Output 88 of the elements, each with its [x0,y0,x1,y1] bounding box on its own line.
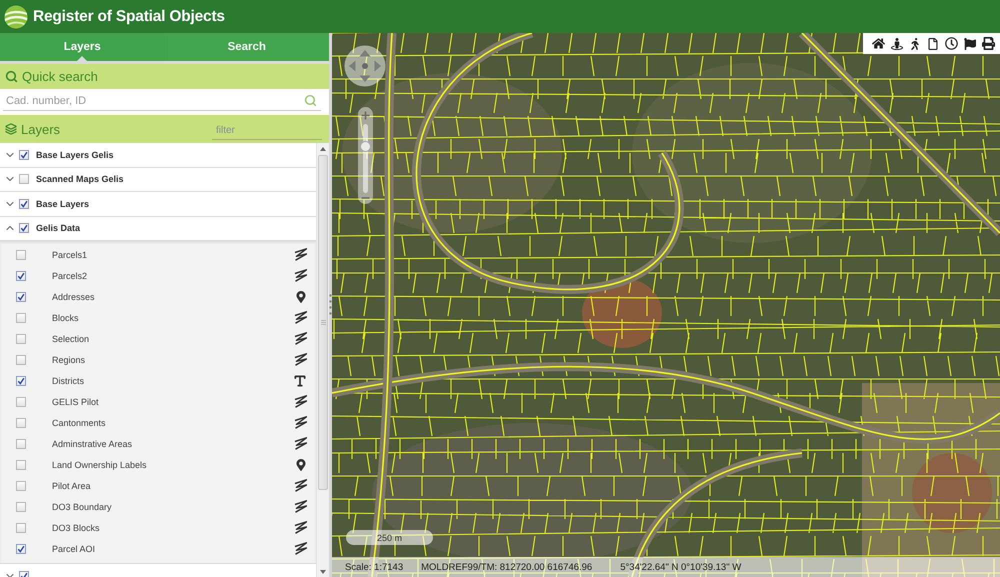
app-title: Register of Spatial Objects [33,8,225,26]
checkbox[interactable] [16,522,26,532]
map-scale-text: Scale: 1:7143 [345,562,404,572]
layers-icon [5,123,17,135]
layer-label: DO3 Blocks [52,522,100,532]
map-pin-icon [295,290,307,302]
checkbox[interactable] [16,396,26,406]
checkbox[interactable] [19,174,29,184]
search-icon [5,70,18,83]
pan-right-arrow-icon[interactable] [374,60,381,72]
pan-down-arrow-icon[interactable] [360,76,370,82]
checkbox[interactable] [16,312,26,322]
polyline-icon [294,437,307,450]
walking-person-icon[interactable] [909,38,921,50]
checkbox[interactable] [19,150,29,160]
map-pin-icon [295,458,307,470]
geographic-coordinates: 5°34'22.64" N 0°10'39.13" W [620,562,742,572]
checkbox[interactable] [19,198,29,209]
layer-label: Parcels2 [52,270,88,280]
layer-label: DO3 Boundary [52,502,112,512]
checkbox[interactable] [16,438,26,448]
checkbox[interactable] [19,223,29,234]
layer-label: Selection [52,334,90,344]
layer-group-label: Base Layers Gelis [36,150,114,160]
polyline-icon [294,395,307,408]
polyline-icon [294,311,307,324]
layer-group-row[interactable]: Scanned Maps Gelis [0,168,316,192]
section-title: Layers [21,122,60,136]
layer-label: Pilot Area [52,480,91,490]
polyline-icon [294,269,307,282]
polyline-icon [294,248,307,261]
checkbox[interactable] [16,502,26,512]
checkbox[interactable] [16,292,26,302]
text-icon [293,374,307,388]
polyline-icon [294,479,307,492]
polyline-icon [294,332,307,345]
layer-group-label: Base Layers [36,198,90,209]
layer-group-label: Gelis Data [36,223,80,234]
clock-icon[interactable] [945,37,958,50]
layer-label: Land Ownership Labels [52,460,147,470]
checkbox[interactable] [16,544,26,554]
pan-control[interactable] [344,45,386,87]
layer-label: Parcel AOI [52,544,96,554]
scrollbar[interactable] [316,143,329,577]
layer-label: Regions [52,354,86,364]
checkbox[interactable] [16,460,26,470]
layer-group-row[interactable]: Gelis Data [0,216,316,241]
layer-label: Districts [52,376,84,386]
print-icon[interactable] [982,37,995,50]
checkbox[interactable] [16,418,26,428]
search-field[interactable]: Cad. number, ID [3,91,321,111]
polyline-icon [294,542,307,555]
layer-label: Adminstrative Areas [52,438,132,448]
polyline-icon [294,353,307,366]
checkbox[interactable] [16,354,26,364]
checkbox[interactable] [16,334,26,344]
zoom-slider[interactable] [363,124,368,193]
scroll-down-arrow-icon[interactable] [320,570,326,574]
pan-up-arrow-icon[interactable] [360,50,370,56]
polyline-icon [294,416,307,429]
pan-left-arrow-icon[interactable] [349,60,356,72]
layer-label: Parcels1 [52,250,88,260]
layer-label: GELIS Pilot [52,396,99,406]
document-icon[interactable] [927,38,939,50]
scale-bar: 250 m [346,530,433,545]
checkbox[interactable] [16,480,26,490]
zoom-in-icon[interactable] [361,111,370,120]
layer-label: Addresses [52,292,95,302]
layer-label: Cantonments [52,418,106,428]
globe-logo-icon [4,4,28,28]
grip-dots-icon[interactable] [329,294,332,316]
search-icon[interactable] [304,94,317,107]
flag-icon[interactable] [964,38,976,50]
checkbox[interactable] [16,250,26,260]
center-dot-icon[interactable] [362,63,368,69]
polyline-icon [294,521,307,534]
filter-field[interactable]: filter [212,122,322,140]
section-title: Quick search [22,69,98,84]
layer-label: Blocks [52,312,79,322]
polyline-icon [294,500,307,513]
layer-group-label: Scanned Maps Gelis [36,174,124,184]
scroll-up-arrow-icon[interactable] [320,147,326,151]
checkbox[interactable] [16,376,26,386]
scrollbar-thumb[interactable] [318,155,328,490]
person-pin-icon[interactable] [891,38,903,50]
home-icon[interactable] [872,37,885,50]
projected-coordinates: MOLDREF99/TM: 812720.00 616746.96 [421,562,592,572]
checkbox[interactable] [16,270,26,280]
